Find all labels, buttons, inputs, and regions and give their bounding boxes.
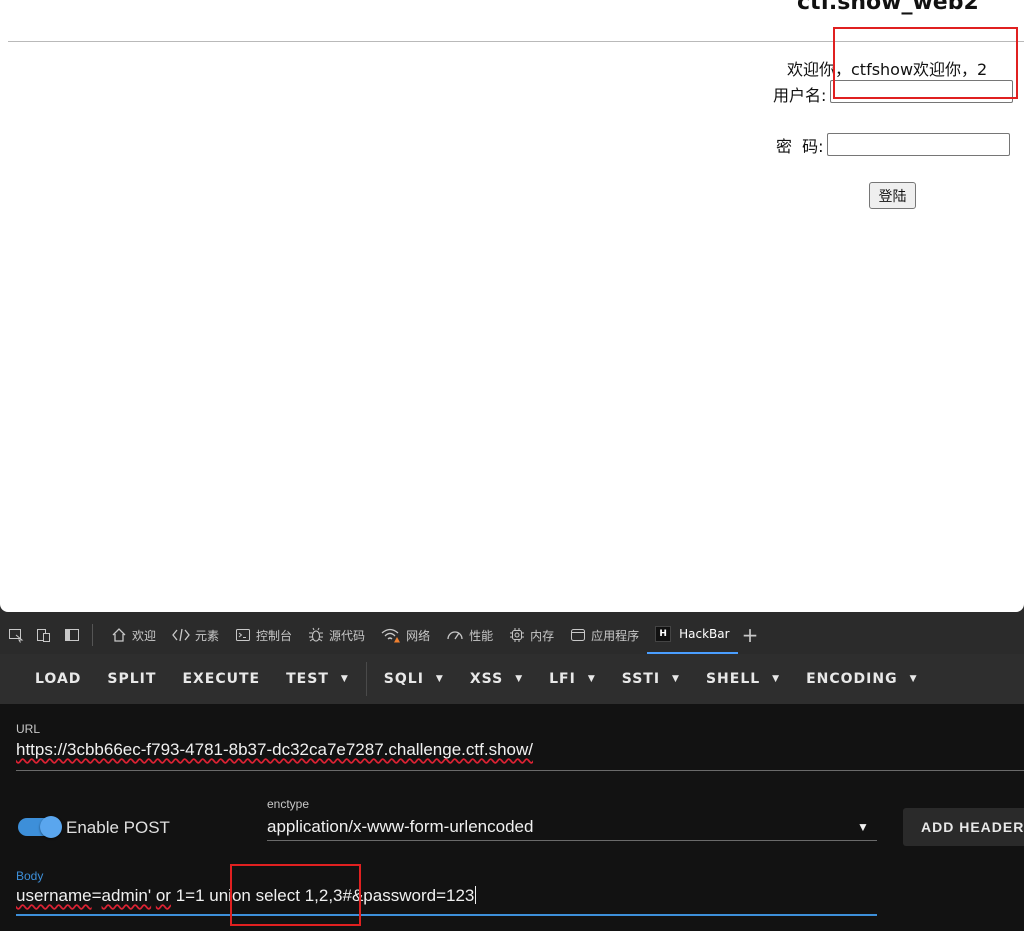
web-page: ctf.show_web2 欢迎你，ctfshow欢迎你，2 用户名: 密 码:…	[0, 0, 1024, 612]
username-field[interactable]	[830, 80, 1013, 103]
url-label: URL	[16, 722, 41, 736]
execute-button[interactable]: EXECUTE	[169, 654, 273, 704]
shell-menu[interactable]: SHELL ▼	[693, 654, 793, 704]
welcome-message: 欢迎你，ctfshow欢迎你，2	[787, 60, 988, 79]
shell-menu-label: SHELL	[705, 671, 761, 687]
chip-icon	[510, 628, 525, 642]
hackbar-logo-icon: H	[655, 626, 672, 642]
tab-performance[interactable]: 性能	[438, 616, 501, 654]
caret-down-icon: ▼	[909, 674, 918, 684]
tab-application[interactable]: 应用程序	[562, 616, 647, 654]
window-icon	[571, 629, 586, 641]
test-menu-label: TEST	[286, 671, 329, 687]
lfi-menu-label: LFI	[549, 671, 576, 687]
tab-label: 源代码	[329, 628, 366, 643]
text-cursor	[475, 886, 477, 904]
add-header-button[interactable]: ADD HEADER	[903, 808, 1024, 846]
caret-down-icon: ▼	[772, 674, 781, 684]
caret-down-icon: ▼	[435, 674, 444, 684]
devtools-tab-strip: 欢迎 元素 控制台 源代码 网络 性能 内存 应用程序 H HackBar +	[0, 616, 1024, 654]
page-title: ctf.show_web2	[797, 0, 979, 15]
caret-down-icon: ▼	[515, 674, 524, 684]
console-icon	[236, 629, 251, 641]
tab-memory[interactable]: 内存	[501, 616, 562, 654]
encoding-menu[interactable]: ENCODING ▼	[793, 654, 930, 704]
body-underline	[16, 914, 877, 916]
tab-label: 元素	[195, 628, 220, 643]
hackbar-toolbar: LOAD SPLIT EXECUTE TEST ▼ SQLI ▼ XSS ▼ LFI ▼…	[0, 654, 1024, 704]
tab-network[interactable]: 网络	[373, 616, 438, 654]
test-menu[interactable]: TEST ▼	[273, 654, 362, 704]
enctype-underline	[267, 840, 877, 841]
lfi-menu[interactable]: LFI ▼	[536, 654, 609, 704]
home-icon	[112, 628, 126, 642]
wifi-warning-icon	[381, 628, 401, 643]
code-icon	[172, 628, 190, 642]
body-text-part: 1=1 union select 1,2,3#&password=123	[170, 886, 475, 905]
tab-label: 内存	[530, 628, 555, 643]
add-tab-icon[interactable]: +	[738, 623, 759, 647]
xss-menu-label: XSS	[469, 671, 504, 687]
caret-down-icon: ▼	[340, 674, 349, 684]
body-text-part: username	[16, 886, 92, 905]
enctype-label: enctype	[267, 797, 310, 811]
tab-label: 控制台	[256, 628, 293, 643]
ssti-menu[interactable]: SSTI ▼	[609, 654, 693, 704]
inspect-element-icon[interactable]	[6, 625, 26, 645]
device-emulation-icon[interactable]	[34, 625, 54, 645]
sqli-menu[interactable]: SQLI ▼	[371, 654, 457, 704]
dock-panel-icon[interactable]	[62, 625, 82, 645]
tab-elements[interactable]: 元素	[164, 616, 227, 654]
login-button[interactable]: 登陆	[869, 182, 916, 209]
tab-label: HackBar	[679, 627, 730, 641]
xss-menu[interactable]: XSS ▼	[457, 654, 536, 704]
caret-down-icon: ▼	[587, 674, 596, 684]
toggle-knob	[40, 816, 62, 838]
body-text-part: =	[91, 886, 102, 905]
username-label: 用户名:	[773, 86, 827, 105]
url-input[interactable]: https://3cbb66ec-f793-4781-8b37-dc32ca7e…	[16, 740, 533, 760]
encoding-menu-label: ENCODING	[806, 671, 898, 687]
tab-sources[interactable]: 源代码	[300, 616, 373, 654]
body-text-part: admin'	[101, 886, 152, 905]
split-button[interactable]: SPLIT	[94, 654, 169, 704]
tab-label: 性能	[469, 628, 494, 643]
dropdown-arrow-icon[interactable]: ▼	[857, 820, 869, 834]
load-button[interactable]: LOAD	[22, 654, 94, 704]
toolbar-divider	[92, 624, 93, 646]
caret-down-icon: ▼	[672, 674, 680, 684]
tab-label: 应用程序	[591, 628, 640, 643]
hackbar-panel: URL https://3cbb66ec-f793-4781-8b37-dc32…	[0, 704, 1024, 931]
password-field[interactable]	[827, 133, 1010, 156]
enable-post-label: Enable POST	[66, 818, 170, 837]
body-input[interactable]: username=admin' or 1=1 union select 1,2,…	[16, 886, 477, 906]
ssti-menu-label: SSTI	[621, 671, 661, 687]
tab-hackbar[interactable]: H HackBar	[647, 616, 738, 654]
tab-label: 欢迎	[132, 628, 157, 643]
tab-console[interactable]: 控制台	[227, 616, 300, 654]
password-label: 密 码:	[776, 137, 824, 156]
gauge-icon	[447, 631, 463, 640]
url-underline	[16, 770, 1024, 771]
body-label: Body	[16, 869, 44, 883]
enctype-select[interactable]: application/x-www-form-urlencoded	[267, 817, 533, 837]
enable-post-toggle[interactable]	[18, 816, 62, 838]
body-text-part: or	[155, 886, 171, 905]
horizontal-rule	[8, 41, 1024, 42]
toolbar-divider	[365, 662, 367, 696]
bug-icon	[309, 627, 324, 642]
tab-welcome[interactable]: 欢迎	[103, 616, 164, 654]
tab-label: 网络	[406, 628, 431, 643]
sqli-menu-label: SQLI	[383, 671, 424, 687]
